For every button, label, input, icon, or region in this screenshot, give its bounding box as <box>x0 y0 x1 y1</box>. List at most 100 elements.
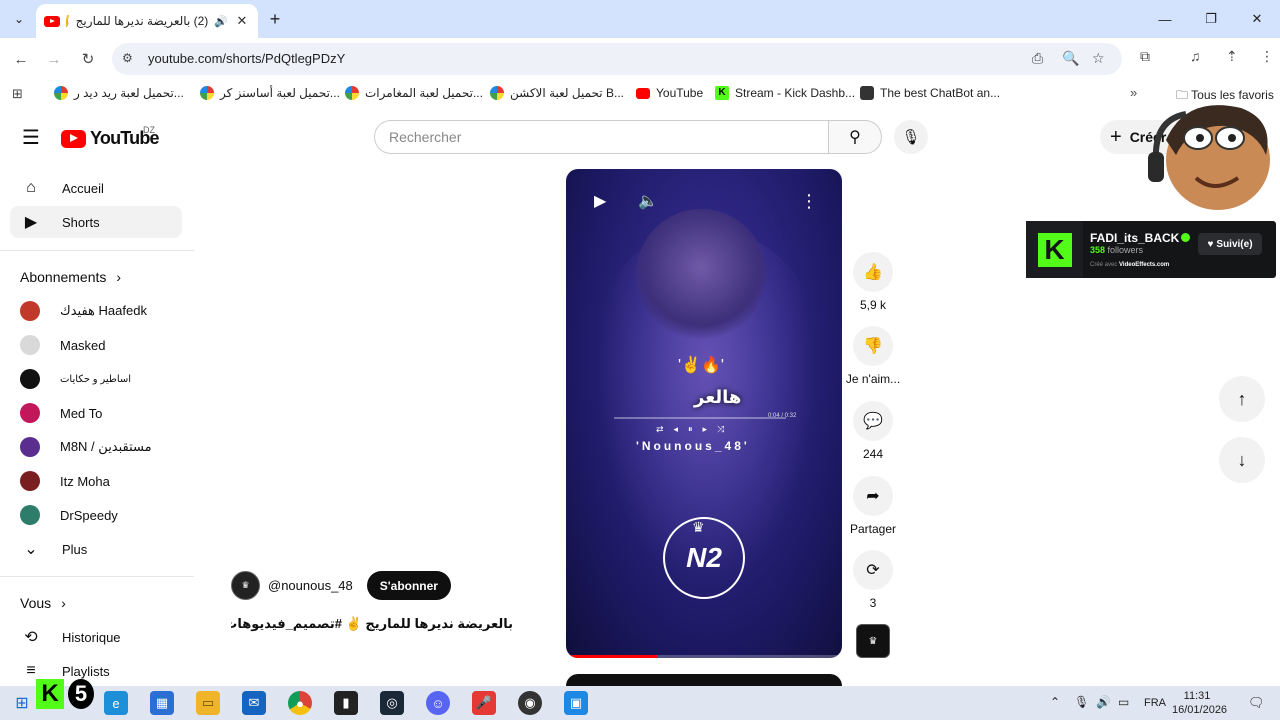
zoom-icon[interactable]: 🔍 <box>1062 50 1079 67</box>
comment-icon: 💬 <box>863 413 883 430</box>
more-bookmarks-icon[interactable]: » <box>1130 85 1137 100</box>
media-control-icon[interactable]: ♫ <box>1190 48 1201 64</box>
next-short-button[interactable]: ↓ <box>1219 437 1265 483</box>
share-button[interactable]: ➦ <box>853 476 893 516</box>
bookmark-item[interactable]: تحميل لعبة المغامرات... <box>345 86 483 100</box>
sidebar-item-subscription[interactable]: Itz Moha <box>10 465 182 497</box>
store-icon[interactable]: ▦ <box>150 691 174 715</box>
restore-button[interactable]: ❐ <box>1188 0 1234 38</box>
plus-icon: + <box>1110 125 1122 148</box>
new-tab-button[interactable]: + <box>264 8 286 30</box>
url-text[interactable]: youtube.com/shorts/PdQtlegPDzY <box>148 51 345 66</box>
site-info-icon[interactable]: ⚙ <box>122 51 133 65</box>
discord-icon[interactable]: ☺ <box>426 691 450 715</box>
volume-icon[interactable]: 🔈 <box>638 191 658 211</box>
bookmark-star-icon[interactable]: ☆ <box>1092 50 1105 67</box>
remix-button[interactable]: ⟳ <box>853 550 893 590</box>
show-hidden-icons-chevron-icon[interactable]: ⌃ <box>1050 695 1060 709</box>
obs-icon[interactable]: ◉ <box>518 691 542 715</box>
sidebar-item-subscription[interactable]: M8N / مستقبدين <box>10 431 182 463</box>
bookmark-item[interactable]: تحميل لعبة أساسنز كر... <box>200 86 340 100</box>
subscription-name: DrSpeedy <box>60 507 118 523</box>
windows-start-icon[interactable]: ⊞ <box>10 691 34 715</box>
avatar <box>20 335 40 355</box>
close-tab-icon[interactable]: ✕ <box>234 13 250 29</box>
close-window-button[interactable]: ✕ <box>1234 0 1280 38</box>
forward-button[interactable]: → <box>43 48 65 70</box>
sidebar-item-more[interactable]: ⌄ Plus <box>10 533 182 565</box>
you-heading[interactable]: Vous › <box>20 595 66 611</box>
hamburger-menu-icon[interactable]: ☰ <box>20 126 42 149</box>
sidebar-item-subscription[interactable]: Med To <box>10 397 182 429</box>
sidebar-item-home[interactable]: ⌂ Accueil <box>10 172 182 204</box>
back-button[interactable]: ← <box>10 48 32 70</box>
browser-tab[interactable]: (2) بالعريضة نديرها للماريج ✌️ 🔊 ✕ <box>36 4 258 38</box>
comments-action: 💬 244 <box>848 401 898 461</box>
streaming-app-icon[interactable]: ▣ <box>564 691 588 715</box>
sidebar-item-history[interactable]: ⟲ Historique <box>10 621 182 653</box>
dislike-button[interactable]: 👎 <box>853 326 893 366</box>
kick-badge-number: 5 <box>68 679 94 709</box>
short-title[interactable]: بالعريضة نديرها للماريج ✌️ #تصميم_فيديوه… <box>231 616 513 632</box>
bookmark-item[interactable]: K Stream - Kick Dashb... <box>715 86 855 100</box>
edge-icon[interactable]: e <box>104 691 128 715</box>
bookmark-label: YouTube <box>656 86 704 100</box>
verified-icon <box>1181 233 1191 242</box>
overlay-emoji: '✌️🔥' <box>678 357 724 374</box>
browser-menu-icon[interactable]: ⋮ <box>1260 48 1274 65</box>
play-icon[interactable]: ▶ <box>594 191 606 211</box>
overlay-channel-name: 'Nounous_48' <box>636 439 750 453</box>
video-progress-bar[interactable] <box>566 655 842 658</box>
bookmark-item[interactable]: The best ChatBot an... <box>860 86 1000 100</box>
kick-badge-overlay: K 5 <box>36 674 98 714</box>
network-tray-icon[interactable]: ▭ <box>1118 695 1129 709</box>
channel-handle[interactable]: @nounous_48 <box>268 578 353 593</box>
comments-button[interactable]: 💬 <box>853 401 893 441</box>
tab-search-chevron-icon[interactable]: ⌄ <box>8 8 30 30</box>
steam-icon[interactable]: ◎ <box>380 691 404 715</box>
subscribe-button[interactable]: S'abonner <box>366 571 451 600</box>
previous-short-button[interactable]: ↑ <box>1219 376 1265 422</box>
mail-icon[interactable]: ✉ <box>242 691 266 715</box>
microphone-app-icon[interactable]: 🎤 <box>472 691 496 715</box>
volume-tray-icon[interactable]: 🔊 <box>1096 695 1111 709</box>
avatar <box>20 505 40 525</box>
system-clock[interactable]: 11:31 16/01/2026 <box>1172 689 1227 717</box>
sidebar-item-subscription[interactable]: Masked <box>10 329 182 361</box>
extensions-icon[interactable]: ⧉ <box>1140 48 1150 65</box>
voice-search-button[interactable]: 🎙 <box>894 120 928 154</box>
install-app-icon[interactable]: ⎙ <box>1032 50 1043 67</box>
pin-extension-icon[interactable]: ⇡ <box>1226 48 1238 65</box>
overlay-media-controls-icon: ⇄◂⏸▸⤨ <box>656 424 735 434</box>
search-input[interactable]: Rechercher <box>374 120 829 154</box>
audio-levels-icon[interactable]: ▮ <box>334 691 358 715</box>
bookmark-item[interactable]: تحميل لعبة ريد ديد ر... <box>54 86 184 100</box>
like-button[interactable]: 👍 <box>853 252 893 292</box>
channel-avatar[interactable]: ♛ <box>231 571 260 600</box>
notifications-icon[interactable]: 🗨 <box>1248 695 1265 711</box>
more-options-icon[interactable]: ⋮ <box>800 191 818 212</box>
sidebar-item-shorts[interactable]: ▶ Shorts <box>10 206 182 238</box>
channel-row: ♛ @nounous_48 S'abonner <box>231 571 451 600</box>
chrome-icon[interactable]: ● <box>288 691 312 715</box>
language-indicator[interactable]: FRA <box>1144 697 1166 709</box>
sidebar-item-subscription[interactable]: DrSpeedy <box>10 499 182 531</box>
reload-button[interactable]: ↻ <box>77 48 99 70</box>
sidebar-item-subscription[interactable]: اساطير و حكايات <box>10 363 182 395</box>
bookmark-item[interactable]: تحميل لعبة الاكشن B... <box>490 86 624 100</box>
minimize-button[interactable]: — <box>1142 0 1188 38</box>
apps-grid-icon[interactable]: ⊞ <box>12 86 23 102</box>
shorts-icon: ▶ <box>24 214 38 231</box>
sidebar-item-label: Historique <box>62 629 121 645</box>
short-video-player[interactable]: ▶ 🔈 ⋮ '✌️🔥' هالعر 0:04 / 0:32 ⇄◂⏸▸⤨ 'Nou… <box>566 169 842 658</box>
address-bar[interactable]: ⚙ youtube.com/shorts/PdQtlegPDzY ⎙ 🔍 ☆ <box>112 43 1122 75</box>
search-button[interactable]: ⚲ <box>828 120 882 154</box>
microphone-tray-icon[interactable]: 🎙 <box>1074 695 1089 709</box>
share-label: Partager <box>849 522 897 536</box>
audio-track-thumbnail[interactable]: ♛ <box>856 624 890 658</box>
speaker-icon[interactable]: 🔊 <box>214 15 228 28</box>
subscriptions-heading[interactable]: Abonnements › <box>20 269 121 285</box>
sidebar-item-subscription[interactable]: هفيدك Haafedk <box>10 295 182 327</box>
file-explorer-icon[interactable]: ▭ <box>196 691 220 715</box>
bookmark-item[interactable]: YouTube <box>636 86 703 100</box>
